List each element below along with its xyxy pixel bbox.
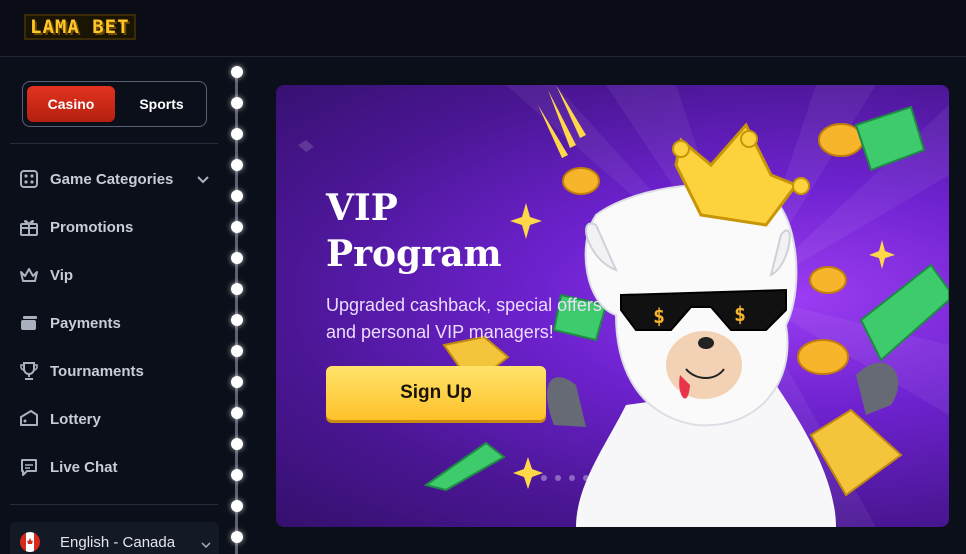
carousel-dot[interactable] xyxy=(583,475,589,481)
vip-title-line2: Program xyxy=(326,233,502,275)
light-bulb xyxy=(231,128,243,140)
carousel-dot[interactable] xyxy=(569,475,575,481)
sports-tab[interactable]: Sports xyxy=(119,86,204,122)
gift-icon xyxy=(18,216,40,238)
light-bulb xyxy=(231,66,243,78)
language-label: English - Canada xyxy=(60,533,176,551)
light-bulb xyxy=(231,376,243,388)
sidebar-divider xyxy=(10,143,218,144)
vip-subtitle: Upgraded cashback, special offers and pe… xyxy=(326,295,602,342)
sidebar-item-label: Tournaments xyxy=(50,362,144,380)
light-bulb xyxy=(231,159,243,171)
cards-icon xyxy=(18,312,40,334)
vip-title: VIP Program xyxy=(326,185,502,277)
light-bulb xyxy=(231,283,243,295)
sidebar-item-lottery[interactable]: Lottery xyxy=(18,404,214,434)
light-bulb xyxy=(231,221,243,233)
sidebar-item-live-chat[interactable]: Live Chat xyxy=(18,452,214,482)
casino-tab[interactable]: Casino xyxy=(27,86,115,122)
carousel-pagination xyxy=(541,475,589,481)
light-bulb xyxy=(231,252,243,264)
chevron-down-icon xyxy=(201,536,211,554)
svg-text:$: $ xyxy=(734,302,746,326)
casino-sports-toggle: Casino Sports xyxy=(22,81,207,127)
sidebar-item-label: Live Chat xyxy=(50,458,118,476)
light-bulb xyxy=(231,500,243,512)
sidebar-item-vip[interactable]: Vip xyxy=(18,260,214,290)
light-bulb xyxy=(231,97,243,109)
sidebar-item-game-categories[interactable]: Game Categories xyxy=(18,164,214,194)
vip-program-banner[interactable]: $ $ VIP Program Upgraded cashback, speci… xyxy=(276,85,949,527)
top-header: LAMA BET xyxy=(0,0,966,57)
light-bulb xyxy=(231,531,243,543)
canada-flag-icon xyxy=(20,532,40,552)
light-bulb xyxy=(231,190,243,202)
decorative-lights-strip xyxy=(229,57,245,554)
carousel-dot[interactable] xyxy=(555,475,561,481)
sidebar-divider xyxy=(10,504,218,505)
vip-title-line1: VIP xyxy=(326,187,398,229)
sidebar-item-label: Vip xyxy=(50,266,74,284)
sidebar-item-label: Game Categories xyxy=(50,170,174,188)
carousel-dot[interactable] xyxy=(541,475,547,481)
sidebar-item-label: Payments xyxy=(50,314,121,332)
chevron-down-icon[interactable] xyxy=(196,172,210,190)
sidebar-item-promotions[interactable]: Promotions xyxy=(18,212,214,242)
light-bulb xyxy=(231,469,243,481)
light-bulb xyxy=(231,407,243,419)
sidebar-item-tournaments[interactable]: Tournaments xyxy=(18,356,214,386)
trophy-icon xyxy=(18,360,40,382)
light-bulb xyxy=(231,345,243,357)
sidebar: Casino Sports Game Categories Promotions… xyxy=(0,57,228,554)
sidebar-item-label: Lottery xyxy=(50,410,101,428)
chat-icon xyxy=(18,456,40,478)
svg-text:$: $ xyxy=(653,304,665,328)
sign-up-button[interactable]: Sign Up xyxy=(326,366,546,420)
sidebar-item-payments[interactable]: Payments xyxy=(18,308,214,338)
light-bulb xyxy=(231,438,243,450)
lamabet-logo[interactable]: LAMA BET xyxy=(24,14,136,40)
crown-icon xyxy=(18,264,40,286)
light-bulb xyxy=(231,314,243,326)
language-selector[interactable]: English - Canada xyxy=(10,522,219,554)
ticket-icon xyxy=(18,408,40,430)
dice-icon xyxy=(18,168,40,190)
sidebar-item-label: Promotions xyxy=(50,218,134,236)
